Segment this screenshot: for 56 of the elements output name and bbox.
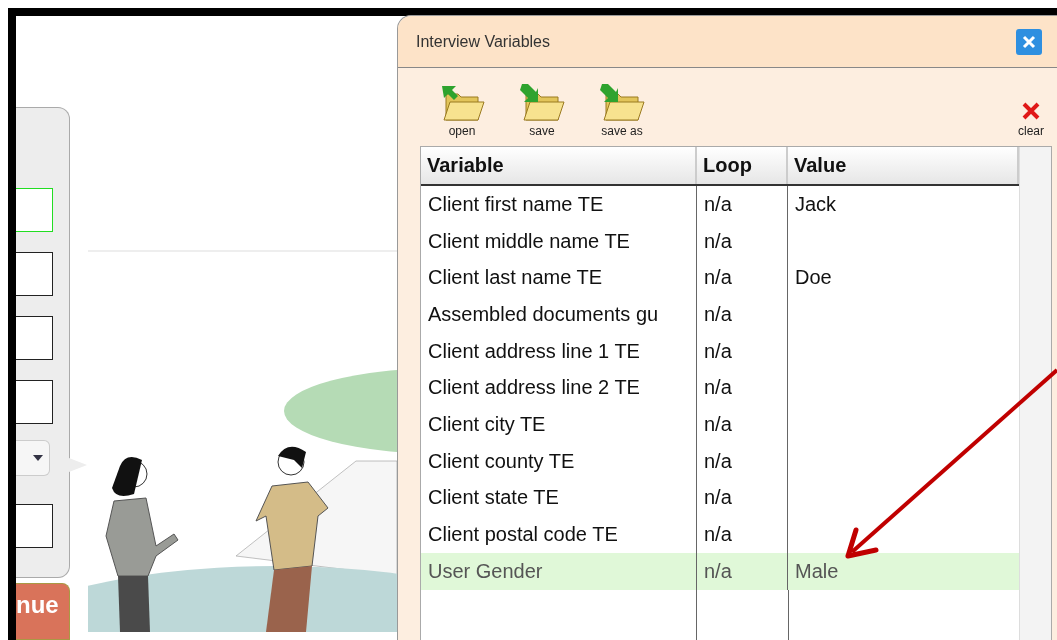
table-cell-text: Doe — [794, 265, 833, 291]
text-field[interactable] — [16, 504, 53, 548]
table-cell: n/a — [697, 369, 788, 407]
table-cell: Client middle name TE — [421, 222, 697, 260]
table-cell: n/a — [697, 332, 788, 370]
table-cell: Client county TE — [421, 442, 697, 480]
table-cell: User Gender — [421, 552, 697, 590]
table-row[interactable]: Client postal code TE n/a — [421, 516, 1019, 553]
column-header[interactable]: Variable — [421, 147, 697, 184]
column-header[interactable]: Loop — [697, 147, 788, 184]
table-cell: Client first name TE — [421, 186, 697, 223]
table-cell: Client address line 1 TE — [421, 332, 697, 370]
table-row[interactable]: User Gender n/a Male — [421, 552, 1019, 590]
text-field[interactable] — [16, 252, 53, 296]
table-row[interactable]: Client last name TE n/a Doe — [421, 259, 1019, 297]
table-cell: n/a — [697, 552, 788, 590]
table-cell: n/a — [697, 222, 788, 260]
table-cell: n/a — [697, 516, 788, 553]
table-cell: Client postal code TE — [421, 516, 697, 553]
folder-save-icon — [518, 82, 566, 122]
table-row[interactable]: Client state TE n/a — [421, 479, 1019, 517]
dialog-title: Interview Variables — [416, 32, 550, 51]
table-row[interactable]: Assembled documents gu n/a — [421, 296, 1019, 333]
text-field[interactable] — [16, 188, 53, 232]
scrollbar-track[interactable] — [1019, 147, 1051, 640]
toolbar-button[interactable]: clear — [1018, 100, 1044, 138]
table-row[interactable]: Client first name TE n/a Jack — [421, 186, 1019, 223]
table-row[interactable]: Client county TE n/a — [421, 442, 1019, 480]
table-cell-text: Male — [794, 558, 840, 584]
table-cell: n/a — [697, 442, 788, 480]
dropdown-field[interactable] — [16, 440, 50, 476]
table-cell: n/a — [697, 259, 788, 297]
clear-x-icon — [1020, 100, 1042, 122]
text-field[interactable] — [16, 380, 53, 424]
toolbar-button[interactable]: open — [438, 82, 486, 138]
toolbar-button[interactable]: save as — [598, 82, 646, 138]
table-cell: Client address line 2 TE — [421, 369, 697, 407]
table-cell: Client city TE — [421, 406, 697, 443]
toolbar-button[interactable]: save — [518, 82, 566, 138]
table-row[interactable]: Client address line 1 TE n/a — [421, 332, 1019, 370]
table-cell-text: Jack — [794, 191, 838, 217]
close-button[interactable] — [1016, 28, 1042, 55]
table-cell: Client last name TE — [421, 259, 697, 297]
table-cell: n/a — [697, 296, 788, 333]
table-row[interactable]: Client address line 2 TE n/a — [421, 369, 1019, 407]
table-row[interactable]: Client middle name TE n/a — [421, 222, 1019, 260]
caret-icon — [33, 455, 43, 461]
table-cell: Assembled documents gu — [421, 296, 697, 333]
table-cell: n/a — [697, 406, 788, 443]
folder-save-icon — [598, 82, 646, 122]
table-cell: Client state TE — [421, 479, 697, 517]
close-icon — [1022, 34, 1036, 49]
text-field[interactable] — [16, 316, 53, 360]
table-cell: n/a — [697, 186, 788, 223]
table-cell: n/a — [697, 479, 788, 517]
table-row[interactable]: Client city TE n/a — [421, 406, 1019, 443]
